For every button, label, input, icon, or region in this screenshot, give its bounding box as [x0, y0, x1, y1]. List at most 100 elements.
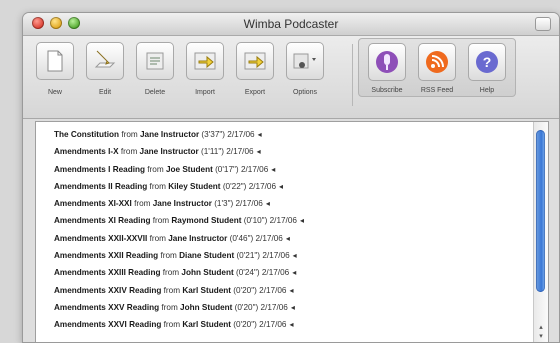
export-button-box	[236, 42, 274, 80]
episode-duration: (1'3")	[214, 199, 234, 209]
episode-row[interactable]: Amendments XXIV Reading from Karl Studen…	[36, 282, 532, 299]
episode-duration: (0'10")	[243, 216, 268, 226]
speaker-icon[interactable]: ◂	[286, 234, 290, 243]
delete-button-label: Delete	[144, 89, 166, 96]
episode-title: Amendments XXVI Reading	[54, 320, 162, 330]
episode-title: Amendments XXIII Reading	[54, 268, 161, 278]
svg-text:?: ?	[483, 54, 492, 70]
episode-title: Amendments XXII Reading	[54, 251, 159, 261]
episode-author: Kiley Student	[168, 181, 221, 191]
delete-button[interactable]: Delete	[131, 42, 179, 96]
episode-row[interactable]: Amendments XI Reading from Raymond Stude…	[36, 212, 532, 229]
episode-date: 2/17/06	[240, 164, 269, 174]
import-arrow-icon	[194, 52, 216, 70]
scrollbar-thumb[interactable]	[536, 130, 545, 292]
export-button-label: Export	[244, 89, 266, 96]
speaker-icon[interactable]: ◂	[292, 268, 296, 277]
import-button-box	[186, 42, 224, 80]
import-button-label: Import	[195, 89, 215, 96]
episode-by: from	[160, 251, 177, 261]
episode-row[interactable]: Amendments II Reading from Kiley Student…	[36, 178, 532, 195]
window-title: Wimba Podcaster	[243, 17, 339, 31]
toolbar: New Edit Delete Import Export Options Su…	[23, 36, 559, 119]
speaker-icon[interactable]: ◂	[293, 251, 297, 260]
episode-by: from	[163, 285, 181, 295]
episode-by: from	[134, 199, 151, 209]
episode-author: Karl Student	[182, 320, 231, 330]
episode-duration: (0'46")	[229, 233, 254, 243]
rss-icon	[426, 51, 448, 73]
import-button[interactable]: Import	[181, 42, 229, 96]
scroll-up-arrow-icon[interactable]: ▴	[536, 323, 546, 332]
episode-author: John Student	[181, 268, 234, 278]
speaker-icon[interactable]: ◂	[300, 216, 304, 225]
title-bar: Wimba Podcaster	[23, 13, 559, 36]
episode-row[interactable]: Amendments I Reading from Joe Student (0…	[36, 161, 532, 178]
episode-date: 2/17/06	[262, 251, 290, 261]
vertical-scrollbar[interactable]: ▴ ▾	[533, 122, 548, 342]
scroll-arrows[interactable]: ▴ ▾	[536, 323, 546, 341]
toolbar-toggle-button[interactable]	[535, 17, 551, 31]
episode-title: Amendments I-X	[54, 147, 119, 157]
podcaster-window: Wimba Podcaster New Edit Delete Import E…	[22, 12, 560, 343]
episode-row[interactable]: Amendments XXIII Reading from John Stude…	[36, 264, 532, 281]
episode-title: Amendments XXIV Reading	[54, 285, 162, 295]
episode-row[interactable]: Amendments XI-XXI from Jane Instructor (…	[36, 195, 532, 212]
rss-feed-button[interactable]: RSS Feed	[413, 43, 461, 94]
edit-button-box	[86, 42, 124, 80]
episode-author: Joe Student	[165, 164, 213, 174]
episode-row[interactable]: Amendments XXII-XXVII from Jane Instruct…	[36, 230, 532, 247]
speaker-icon[interactable]: ◂	[257, 147, 261, 156]
episode-duration: (0'17")	[215, 164, 239, 174]
episode-duration: (0'20")	[234, 302, 259, 312]
scroll-down-arrow-icon[interactable]: ▾	[536, 332, 546, 341]
export-arrow-icon	[244, 52, 266, 70]
toolbar-feed-group: Subscribe RSS Feed ? Help	[358, 38, 516, 97]
episode-row[interactable]: Amendments XXII Reading from Diane Stude…	[36, 247, 532, 264]
rss-feed-button-label: RSS Feed	[420, 87, 454, 94]
episode-row[interactable]: Amendments I-X from Jane Instructor (1'1…	[36, 143, 532, 160]
speaker-icon[interactable]: ◂	[279, 182, 283, 191]
episode-duration: (0'20")	[233, 320, 257, 330]
speaker-icon[interactable]: ◂	[266, 199, 270, 208]
help-button-label: Help	[479, 87, 495, 94]
episode-duration: (3'37")	[201, 130, 226, 139]
episode-duration: (0'21")	[236, 251, 261, 261]
episode-list: The Constitution from Jane Instructor (3…	[36, 122, 532, 342]
episode-author: John Student	[180, 302, 233, 312]
edit-button[interactable]: Edit	[81, 42, 129, 96]
episode-by: from	[163, 320, 181, 330]
new-button[interactable]: New	[31, 42, 79, 96]
episode-author: Jane Instructor	[139, 130, 200, 139]
gear-options-icon	[293, 53, 316, 69]
speaker-icon[interactable]: ◂	[289, 320, 293, 329]
episode-author: Jane Instructor	[152, 199, 212, 209]
speaker-icon[interactable]: ◂	[291, 303, 295, 312]
episode-by: from	[120, 147, 138, 157]
delete-button-box	[136, 42, 174, 80]
episode-by: from	[161, 302, 178, 312]
episode-date: 2/17/06	[248, 181, 277, 191]
episode-duration: (0'20")	[233, 285, 257, 295]
subscribe-button[interactable]: Subscribe	[363, 43, 411, 94]
speaker-icon[interactable]: ◂	[271, 165, 275, 174]
episode-row[interactable]: Amendments XXV Reading from John Student…	[36, 299, 532, 316]
episode-date: 2/17/06	[259, 285, 287, 295]
options-button[interactable]: Options	[281, 42, 329, 96]
episode-date: 2/17/06	[261, 268, 290, 278]
question-icon: ?	[476, 51, 498, 73]
speaker-icon[interactable]: ◂	[258, 130, 262, 139]
subscribe-button-box	[368, 43, 406, 81]
episode-by: from	[149, 233, 166, 243]
help-button[interactable]: ? Help	[463, 43, 511, 94]
episode-by: from	[121, 130, 138, 139]
new-document-icon	[47, 50, 63, 72]
episode-date: 2/17/06	[259, 320, 287, 330]
speaker-icon[interactable]: ◂	[289, 286, 293, 295]
export-button[interactable]: Export	[231, 42, 279, 96]
episode-row[interactable]: The Constitution from Jane Instructor (3…	[36, 126, 532, 143]
episode-author: Jane Instructor	[168, 233, 228, 243]
episode-row[interactable]: Amendments XXVI Reading from Karl Studen…	[36, 316, 532, 333]
episode-date: 2/17/06	[255, 233, 283, 243]
episode-title: Amendments XXV Reading	[54, 302, 160, 312]
